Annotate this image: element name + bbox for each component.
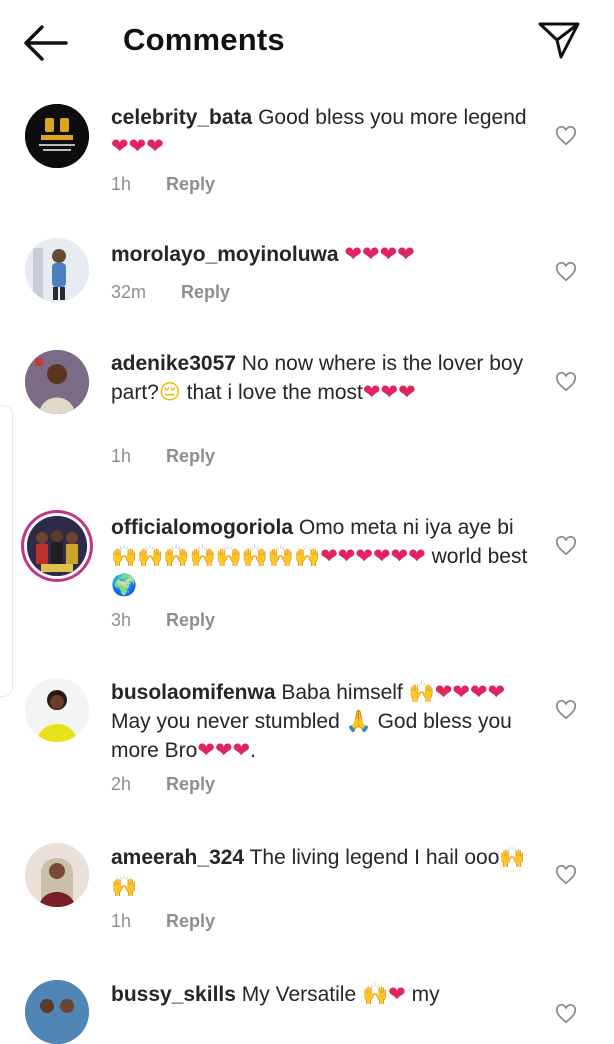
comment-username[interactable]: busolaomifenwa bbox=[111, 681, 276, 704]
comment-meta: 1h Reply bbox=[111, 911, 215, 932]
reply-button[interactable]: Reply bbox=[181, 282, 230, 302]
comment-message: The living legend I hail ooo bbox=[249, 846, 500, 869]
like-heart-icon[interactable] bbox=[555, 125, 577, 146]
comment-username[interactable]: celebrity_bata bbox=[111, 106, 252, 129]
avatar[interactable] bbox=[25, 980, 89, 1044]
comment-time: 1h bbox=[111, 446, 132, 466]
like-heart-icon[interactable] bbox=[555, 535, 577, 556]
comment-meta: 1h Reply bbox=[111, 446, 215, 467]
back-arrow-icon[interactable] bbox=[22, 24, 72, 62]
like-heart-icon[interactable] bbox=[555, 371, 577, 392]
comment-text: ameerah_324 The living legend I hail ooo… bbox=[111, 843, 531, 901]
heart-emoji: ❤ bbox=[388, 982, 406, 1006]
avatar[interactable] bbox=[25, 104, 89, 168]
comments-header: Comments bbox=[0, 0, 614, 84]
praying-hands-emoji: 🙏 bbox=[345, 709, 372, 733]
comment-message-cont: that i love the most bbox=[180, 381, 363, 404]
raising-hands-emoji: 🙌 bbox=[408, 680, 435, 704]
avatar[interactable] bbox=[25, 350, 89, 414]
comment-message-cont: May you never stumbled bbox=[111, 710, 346, 733]
reply-button[interactable]: Reply bbox=[166, 610, 215, 630]
heart-emojis: ❤❤❤ bbox=[362, 380, 416, 404]
comment-message: Omo meta ni iya aye bi bbox=[298, 516, 514, 539]
comment-time: 3h bbox=[111, 610, 132, 630]
side-edge-handle bbox=[0, 405, 13, 697]
reply-button[interactable]: Reply bbox=[166, 174, 215, 194]
comment-message: My Versatile bbox=[241, 983, 362, 1006]
comment-text: officialomogoriola Omo meta ni iya aye b… bbox=[111, 514, 531, 600]
like-heart-icon[interactable] bbox=[555, 1003, 577, 1024]
heart-emojis: ❤❤❤❤❤❤ bbox=[320, 544, 426, 568]
comment-meta: 2h Reply bbox=[111, 774, 215, 795]
comment-time: 1h bbox=[111, 174, 132, 194]
comment-text: busolaomifenwa Baba himself 🙌❤❤❤❤ May you… bbox=[111, 678, 531, 765]
comment-message-cont: my bbox=[405, 983, 440, 1006]
reply-button[interactable]: Reply bbox=[166, 774, 215, 794]
raising-hands-emoji: 🙌 bbox=[361, 982, 389, 1006]
comment-username[interactable]: ameerah_324 bbox=[111, 846, 244, 869]
comment-message-end: . bbox=[250, 739, 256, 762]
comment-time: 32m bbox=[111, 282, 147, 302]
direct-share-icon[interactable] bbox=[536, 20, 582, 60]
comment-message-cont: world best bbox=[425, 545, 528, 568]
comment-message: Good bless you more legend bbox=[258, 106, 527, 129]
reply-button[interactable]: Reply bbox=[166, 446, 215, 466]
comment-text: adenike3057 No now where is the lover bo… bbox=[111, 350, 531, 407]
reply-button[interactable]: Reply bbox=[166, 911, 215, 931]
comment-message: Baba himself bbox=[281, 681, 409, 704]
avatar[interactable] bbox=[25, 238, 89, 302]
page-title: Comments bbox=[123, 22, 285, 57]
raising-hands-emojis: 🙌🙌🙌🙌🙌🙌🙌🙌 bbox=[111, 544, 321, 568]
heart-emojis: ❤❤❤❤ bbox=[434, 680, 506, 704]
like-heart-icon[interactable] bbox=[555, 864, 577, 885]
comment-username[interactable]: adenike3057 bbox=[111, 352, 236, 375]
avatar[interactable] bbox=[25, 678, 89, 742]
heart-emojis: ❤❤❤❤ bbox=[344, 242, 415, 266]
like-heart-icon[interactable] bbox=[555, 699, 577, 720]
comment-time: 2h bbox=[111, 774, 132, 794]
comment-text: bussy_skills My Versatile 🙌❤ my bbox=[111, 980, 531, 1009]
heart-emojis-end: ❤❤❤ bbox=[197, 738, 251, 762]
avatar[interactable] bbox=[25, 843, 89, 907]
like-heart-icon[interactable] bbox=[555, 261, 577, 282]
comment-text: celebrity_bata Good bless you more legen… bbox=[111, 104, 531, 161]
comment-username[interactable]: morolayo_moyinoluwa bbox=[111, 243, 339, 266]
comment-meta: 3h Reply bbox=[111, 610, 215, 631]
globe-emoji: 🌍 bbox=[111, 573, 138, 597]
comment-text: morolayo_moyinoluwa ❤❤❤❤ bbox=[111, 240, 531, 269]
comment-time: 1h bbox=[111, 911, 132, 931]
comment-meta: 1h Reply bbox=[111, 174, 215, 195]
comment-username[interactable]: bussy_skills bbox=[111, 983, 236, 1006]
comment-username[interactable]: officialomogoriola bbox=[111, 516, 293, 539]
sad-face-emoji: 😔 bbox=[158, 380, 181, 404]
avatar-story-ring[interactable] bbox=[27, 516, 87, 576]
comment-meta: 32m Reply bbox=[111, 282, 230, 303]
heart-emojis: ❤❤❤ bbox=[111, 134, 164, 158]
